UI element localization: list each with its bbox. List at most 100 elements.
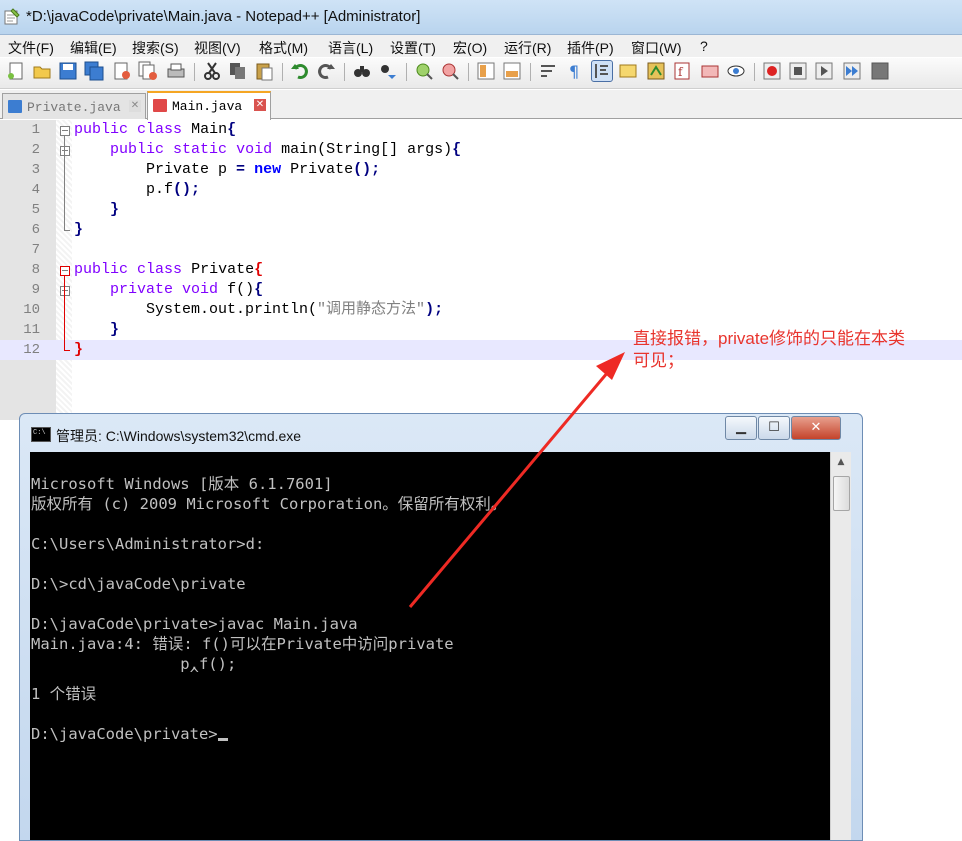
tab-main-java[interactable]: Main.java ✕ <box>147 91 271 121</box>
toolbar-separator <box>194 63 195 81</box>
console-line: Microsoft Windows [版本 6.1.7601] <box>31 475 333 493</box>
zoom-out-icon[interactable] <box>440 61 460 81</box>
console-line: 版权所有 (c) 2009 Microsoft Corporation。保留所有… <box>31 495 507 513</box>
find-icon[interactable] <box>352 61 372 81</box>
fold-toggle-icon[interactable] <box>60 126 70 136</box>
title-bar: *D:\javaCode\private\Main.java - Notepad… <box>0 0 962 35</box>
menu-edit[interactable]: 编辑(E) <box>70 38 117 58</box>
toolbar-separator <box>282 63 283 81</box>
menu-settings[interactable]: 设置(T) <box>390 38 436 58</box>
indent-guide-icon[interactable] <box>591 60 613 82</box>
word-wrap-icon[interactable] <box>538 61 558 81</box>
cmd-window: C:\ 管理员: C:\Windows\system32\cmd.exe ▁ ☐… <box>19 413 863 841</box>
stop-macro-icon[interactable] <box>788 61 808 81</box>
print-icon[interactable] <box>166 61 186 81</box>
fold-toggle-icon[interactable] <box>60 146 70 156</box>
toolbar: ¶ f <box>0 58 962 89</box>
fold-guide <box>64 230 70 231</box>
console-line: Main.java:4: 错误: f()可以在Private中访问private <box>31 635 454 653</box>
code-line: 9 private void f(){ <box>31 281 264 298</box>
scroll-up-icon[interactable]: ▲ <box>834 455 848 469</box>
vertical-scrollbar[interactable]: ▲ <box>830 452 851 840</box>
tab-label: Private.java <box>27 100 121 115</box>
tab-private-java[interactable]: Private.java ✕ <box>2 93 146 119</box>
tab-bar: Private.java ✕ Main.java ✕ <box>0 90 962 121</box>
cmd-title-bar[interactable]: C:\ 管理员: C:\Windows\system32\cmd.exe ▁ ☐… <box>20 414 862 450</box>
fold-guide <box>64 276 65 350</box>
close-all-icon[interactable] <box>138 61 158 81</box>
undo-icon[interactable] <box>290 61 310 81</box>
annotation-note: 直接报错，private修饰的只能在本类 可见； <box>633 329 906 370</box>
console-prompt-line: D:\javaCode\private> <box>31 724 506 744</box>
sync-vertical-icon[interactable] <box>476 61 496 81</box>
cut-icon[interactable] <box>202 61 222 81</box>
menu-language[interactable]: 语言(L) <box>328 38 373 58</box>
code-line: 6 } <box>31 221 84 238</box>
redo-icon[interactable] <box>316 61 336 81</box>
close-button[interactable]: ✕ <box>791 416 841 440</box>
toolbar-separator <box>530 63 531 81</box>
cmd-icon: C:\ <box>31 427 51 442</box>
console-output[interactable]: Microsoft Windows [版本 6.1.7601] 版权所有 (c) … <box>30 452 830 840</box>
cursor-caret <box>217 738 228 741</box>
console-line: ^ <box>31 665 199 683</box>
menu-macro[interactable]: 宏(O) <box>453 38 487 58</box>
code-line: 5 } <box>31 201 120 218</box>
zoom-in-icon[interactable] <box>414 61 434 81</box>
save-all-icon[interactable] <box>84 61 104 81</box>
record-macro-icon[interactable] <box>762 61 782 81</box>
monitoring-icon[interactable] <box>726 61 746 81</box>
close-file-icon[interactable] <box>112 61 132 81</box>
menu-run[interactable]: 运行(R) <box>504 38 551 58</box>
console-line: C:\Users\Administrator>d: <box>31 535 265 553</box>
close-icon[interactable]: ✕ <box>129 100 141 112</box>
folder-workspace-icon[interactable] <box>700 61 720 81</box>
maximize-button[interactable]: ☐ <box>758 416 790 440</box>
run-macro-multiple-icon[interactable] <box>842 61 862 81</box>
copy-icon[interactable] <box>228 61 248 81</box>
play-macro-icon[interactable] <box>814 61 834 81</box>
code-line: 2 public static void main(String[] args)… <box>31 141 462 158</box>
open-file-icon[interactable] <box>32 61 52 81</box>
menu-help[interactable]: ? <box>700 38 708 54</box>
fold-guide <box>64 350 70 351</box>
close-icon[interactable]: ✕ <box>254 99 266 111</box>
save-macro-icon[interactable] <box>870 61 890 81</box>
paste-icon[interactable] <box>254 61 274 81</box>
console-line: 1 个错误 <box>31 685 97 703</box>
new-file-icon[interactable] <box>6 61 26 81</box>
scroll-thumb[interactable] <box>833 476 850 511</box>
function-list-icon[interactable]: f <box>672 61 692 81</box>
udl-icon[interactable] <box>618 61 638 81</box>
fold-guide <box>64 136 65 230</box>
save-icon[interactable] <box>58 61 78 81</box>
code-editor[interactable]: 1 public class Main{ 2 public static voi… <box>0 120 962 420</box>
replace-icon[interactable] <box>378 61 398 81</box>
toolbar-separator <box>406 63 407 81</box>
minimize-button[interactable]: ▁ <box>725 416 757 440</box>
menu-plugins[interactable]: 插件(P) <box>567 38 614 58</box>
show-all-chars-icon[interactable]: ¶ <box>564 61 584 81</box>
fold-toggle-icon[interactable] <box>60 286 70 296</box>
toolbar-separator <box>754 63 755 81</box>
window-title: *D:\javaCode\private\Main.java - Notepad… <box>26 8 421 25</box>
unsaved-file-icon <box>153 99 167 112</box>
code-line: 3 Private p = new Private(); <box>31 161 381 178</box>
fold-toggle-icon[interactable] <box>60 266 70 276</box>
console-line: D:\javaCode\private>javac Main.java <box>31 615 358 633</box>
menu-format[interactable]: 格式(M) <box>259 38 308 58</box>
menu-window[interactable]: 窗口(W) <box>631 38 682 58</box>
sync-horizontal-icon[interactable] <box>502 61 522 81</box>
menu-view[interactable]: 视图(V) <box>194 38 241 58</box>
saved-file-icon <box>8 100 22 113</box>
doc-map-icon[interactable] <box>646 61 666 81</box>
menu-file[interactable]: 文件(F) <box>8 38 54 58</box>
menu-search[interactable]: 搜索(S) <box>132 38 179 58</box>
svg-text:¶: ¶ <box>569 62 579 81</box>
code-line: 10 System.out.println("调用静态方法"); <box>23 301 444 318</box>
code-line: 1 public class Main{ <box>31 121 237 138</box>
toolbar-separator <box>468 63 469 81</box>
